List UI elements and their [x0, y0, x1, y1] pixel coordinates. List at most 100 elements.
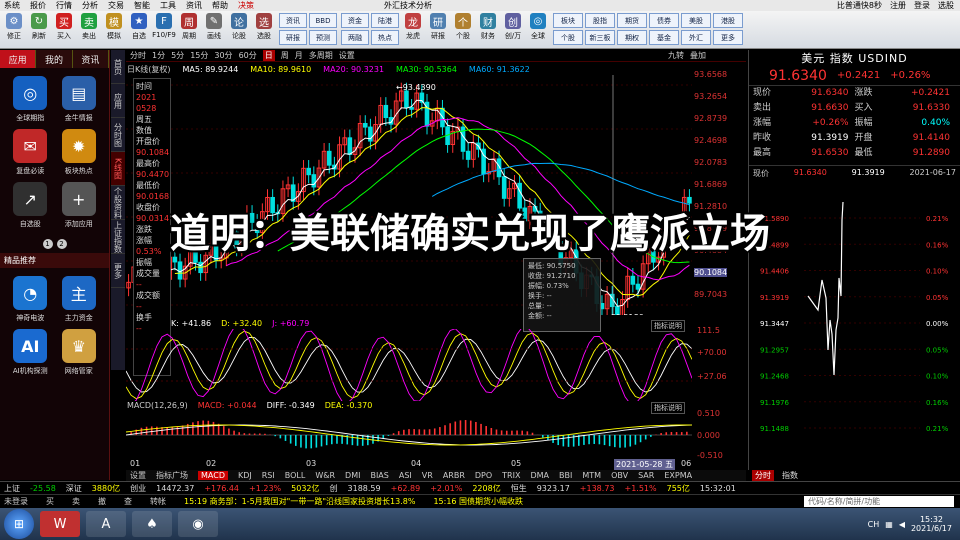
- app-ai-detect[interactable]: AI AI机构探测: [6, 329, 55, 376]
- volume-icon[interactable]: ◀: [899, 520, 905, 529]
- taskbar-poker[interactable]: ♠: [132, 511, 172, 537]
- period-settings[interactable]: 设置: [339, 50, 355, 61]
- speed-promo[interactable]: 比普通快8秒: [837, 0, 882, 11]
- individual-button[interactable]: 个股: [553, 30, 583, 45]
- indicator-tab-expma[interactable]: EXPMA: [664, 471, 692, 480]
- indicator-tab-asi[interactable]: ASI: [399, 471, 412, 480]
- status-field[interactable]: 恒生: [511, 483, 527, 494]
- indicator-tab-boll[interactable]: BOLL: [285, 471, 306, 480]
- menu-analysis[interactable]: 分析: [82, 0, 98, 11]
- period-60min[interactable]: 60分: [239, 50, 257, 61]
- indicator-tab-[interactable]: 设置: [130, 470, 146, 481]
- period-month[interactable]: 月: [295, 50, 303, 61]
- app-sector-hot[interactable]: ✹ 板块热点: [55, 129, 104, 176]
- menu-system[interactable]: 系统: [4, 0, 20, 11]
- clock[interactable]: 15:32 2021/6/17: [911, 515, 952, 533]
- tab-index-mini[interactable]: 指数: [782, 470, 798, 481]
- page-dot-2[interactable]: 2: [56, 239, 67, 249]
- period-30min[interactable]: 30分: [214, 50, 232, 61]
- network-icon[interactable]: ▦: [885, 520, 893, 529]
- draw-line-button[interactable]: ✎ 画线: [202, 13, 226, 47]
- finance-button[interactable]: 财财务: [476, 13, 500, 47]
- kline-mode[interactable]: 日K线(复权): [127, 64, 171, 75]
- news-item[interactable]: 15:16 国债期货小幅收跌: [433, 496, 523, 507]
- neeq-button[interactable]: 新三板: [585, 30, 615, 45]
- quote-search-input[interactable]: 代码/名称/简拼/功能: [804, 496, 954, 507]
- tab-home[interactable]: 首页: [111, 50, 125, 84]
- indicator-tab-bias[interactable]: BIAS: [370, 471, 388, 480]
- more-button[interactable]: 更多: [713, 30, 743, 45]
- app-review[interactable]: ✉ 复盘必读: [6, 129, 55, 176]
- fix-button[interactable]: ⚙ 修正: [2, 13, 26, 47]
- menu-decision[interactable]: 决策: [238, 0, 254, 11]
- status-field[interactable]: 上证: [4, 483, 20, 494]
- news-button[interactable]: 资讯: [279, 13, 307, 28]
- refresh-button[interactable]: ↻ 刷新: [27, 13, 51, 47]
- menu-trade[interactable]: 交易: [108, 0, 124, 11]
- taskbar-camera[interactable]: ◉: [178, 511, 218, 537]
- menu-quote[interactable]: 报价: [30, 0, 46, 11]
- indicator-tab-trix[interactable]: TRIX: [502, 471, 520, 480]
- indicator-tab-dpo[interactable]: DPO: [475, 471, 492, 480]
- indicator-tab-dmi[interactable]: DMI: [345, 471, 360, 480]
- menu-news[interactable]: 资讯: [186, 0, 202, 11]
- research-report-button[interactable]: 研研报: [426, 13, 450, 47]
- research-button[interactable]: 研报: [279, 30, 307, 45]
- indicator-tab-rsi[interactable]: RSI: [262, 471, 275, 480]
- taskbar-app-a[interactable]: A: [86, 511, 126, 537]
- tab-mine[interactable]: 我的: [36, 50, 73, 68]
- login-status[interactable]: 未登录: [4, 496, 28, 507]
- quick-sell[interactable]: 卖: [72, 496, 80, 507]
- indicator-tab-sar[interactable]: SAR: [638, 471, 654, 480]
- app-main-fund[interactable]: 主主力资金: [55, 276, 104, 323]
- login-link[interactable]: 登录: [914, 0, 930, 11]
- app-gold-intel[interactable]: ▤ 金牛情报: [55, 76, 104, 123]
- status-field[interactable]: 创业: [130, 483, 146, 494]
- forecast-button[interactable]: 预测: [309, 30, 337, 45]
- option-button[interactable]: 期权: [617, 30, 647, 45]
- bond-button[interactable]: 债券: [649, 13, 679, 28]
- news-item[interactable]: 15:19 商务部：1-5月我国对"一带一路"沿线国家投资增长13.8%: [184, 496, 415, 507]
- forex-button[interactable]: 外汇: [681, 30, 711, 45]
- hk-connect-button[interactable]: 陆港: [371, 13, 399, 28]
- tab-apps[interactable]: 应用: [0, 50, 37, 68]
- us-stock-button[interactable]: 美股: [681, 13, 711, 28]
- futures-button[interactable]: 期货: [617, 13, 647, 28]
- tab-app[interactable]: 应用: [111, 84, 125, 118]
- menu-smart[interactable]: 智能: [134, 0, 150, 11]
- app-global-futures[interactable]: ◎ 全球期指: [6, 76, 55, 123]
- language-indicator[interactable]: CH: [868, 520, 880, 529]
- sell-button[interactable]: 卖卖出: [77, 13, 101, 47]
- taskbar-wps[interactable]: W: [40, 511, 80, 537]
- overlay-button[interactable]: 叠加: [690, 50, 706, 61]
- status-field[interactable]: 创: [330, 483, 338, 494]
- macd-chart[interactable]: [126, 411, 692, 459]
- watchlist-button[interactable]: ★ 自选: [127, 13, 151, 47]
- app-net-keeper[interactable]: ♛ 网络管家: [55, 329, 104, 376]
- forum-button[interactable]: 论论股: [227, 13, 251, 47]
- simulate-button[interactable]: 模模拟: [102, 13, 126, 47]
- global-button[interactable]: ◎ 全球: [526, 13, 550, 47]
- kdj-chart[interactable]: [126, 329, 692, 401]
- period-1min[interactable]: 1分: [152, 50, 165, 61]
- tab-more[interactable]: 更多: [111, 254, 125, 288]
- period-day[interactable]: 日: [262, 50, 275, 61]
- indicator-tab-obv[interactable]: OBV: [611, 471, 628, 480]
- indicator-tab-bbi[interactable]: BBI: [559, 471, 572, 480]
- hotspot-button[interactable]: 热点: [371, 30, 399, 45]
- hk-stock-button[interactable]: 港股: [713, 13, 743, 28]
- app-watchlist[interactable]: ↗ 自选股: [6, 182, 55, 229]
- period-multi[interactable]: 多周期: [309, 50, 333, 61]
- stock-pick-link[interactable]: 选股: [938, 0, 954, 11]
- period-15min[interactable]: 15分: [190, 50, 208, 61]
- indicator-tab-macd[interactable]: MACD: [198, 471, 228, 480]
- buy-button[interactable]: 买买入: [52, 13, 76, 47]
- index-button[interactable]: 股指: [585, 13, 615, 28]
- f10-button[interactable]: F F10/F9: [152, 13, 176, 47]
- period-button[interactable]: 周周期: [177, 13, 201, 47]
- stock-picker-button[interactable]: 选选股: [252, 13, 276, 47]
- app-magic-wave[interactable]: ◔ 神奇电波: [6, 276, 55, 323]
- tab-info[interactable]: 资讯: [73, 50, 109, 68]
- page-dot-1[interactable]: 1: [42, 239, 53, 249]
- quick-cancel[interactable]: 撤: [98, 496, 106, 507]
